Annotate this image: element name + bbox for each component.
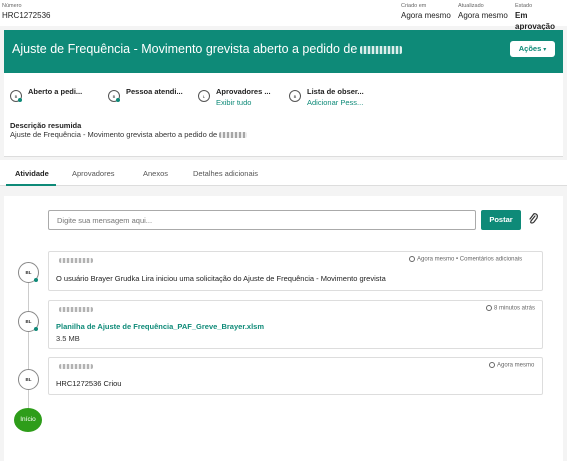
attachment-link[interactable]: Planilha de Ajuste de Frequência_PAF_Gre…: [56, 322, 264, 331]
post-button[interactable]: Postar: [481, 210, 521, 230]
timeline-start-badge: Início: [14, 408, 42, 432]
created-value: Agora mesmo: [401, 11, 451, 20]
entry-time: 8 minutos atrás: [486, 305, 535, 312]
number-meta: Número HRC1272536: [2, 2, 50, 21]
timeline-line: [28, 274, 29, 419]
avatar-initials: BL: [25, 319, 32, 324]
page-title-text: Ajuste de Frequência - Movimento grevist…: [12, 42, 358, 56]
entry-time-text: Agora mesmo: [417, 256, 455, 263]
created-meta: Criado em Agora mesmo: [401, 2, 451, 21]
summary-label: Descrição resumida: [10, 121, 82, 130]
page-title: Ajuste de Frequência - Movimento grevist…: [12, 42, 432, 56]
entry-text: O usuário Brayer Grudka Lira iniciou uma…: [56, 274, 386, 283]
record-meta-bar: Número HRC1272536 Criado em Agora mesmo …: [0, 0, 567, 31]
tab-additional-details[interactable]: Detalhes adicionais: [193, 169, 258, 178]
clock-icon: [486, 305, 492, 311]
state-label: Estado: [515, 3, 533, 9]
state-value: Em aprovação: [515, 11, 556, 31]
entry-text: HRC1272536 Criou: [56, 379, 122, 388]
tab-attachments[interactable]: Anexos: [143, 169, 168, 178]
redacted-user: [59, 307, 93, 312]
avatar: BL: [18, 311, 39, 332]
tab-activity[interactable]: Atividade: [15, 169, 49, 178]
field-title: Aberto a pedi...: [28, 87, 83, 96]
actions-label: Ações: [518, 44, 542, 53]
show-all-link[interactable]: Exibir tudo: [216, 98, 251, 107]
entry-time: Agora mesmo • Comentários adicionais: [409, 256, 522, 263]
clock-icon: [409, 256, 415, 262]
updated-value: Agora mesmo: [458, 11, 508, 20]
redacted-user: [59, 364, 93, 369]
state-meta: Estado Em aprovação: [515, 2, 567, 32]
user-avatar-icon: B: [10, 90, 22, 102]
activity-entry: Agora mesmo • Comentários adicionais O u…: [48, 251, 543, 291]
user-avatar-icon: B: [108, 90, 120, 102]
attachment-size: 3.5 MB: [56, 334, 80, 343]
activity-entry: 8 minutos atrás Planilha de Ajuste de Fr…: [48, 300, 543, 349]
caret-down-icon: ▾: [543, 47, 547, 53]
redacted-name: [219, 132, 248, 139]
number-value: HRC1272536: [2, 11, 51, 20]
updated-label: Atualizado: [458, 3, 484, 9]
redacted-name: [360, 45, 403, 54]
number-label: Número: [2, 3, 22, 9]
avatar: BL: [18, 369, 39, 390]
avatar-initials: BL: [25, 377, 32, 382]
avatar-initials: BL: [25, 270, 32, 275]
request-info-card: B Aberto a pedi... B Pessoa atendi... L …: [4, 73, 563, 157]
entry-time-text: 8 minutos atrás: [494, 305, 536, 312]
tab-approvers[interactable]: Aprovadores: [72, 169, 115, 178]
active-tab-indicator: [6, 184, 56, 186]
avatar: BL: [18, 262, 39, 283]
add-person-link[interactable]: Adicionar Pess...: [307, 98, 363, 107]
activity-entry: Agora mesmo HRC1272536 Criou: [48, 357, 543, 395]
paperclip-icon[interactable]: [527, 212, 539, 226]
user-avatar-icon: B: [289, 90, 301, 102]
activity-panel: Postar BL Agora mesmo • Comentários adic…: [4, 196, 563, 461]
field-title: Aprovadores ...: [216, 87, 271, 96]
updated-meta: Atualizado Agora mesmo: [458, 2, 508, 21]
request-header: Ajuste de Frequência - Movimento grevist…: [4, 30, 563, 73]
created-label: Criado em: [401, 3, 427, 9]
message-input[interactable]: [48, 210, 476, 230]
entry-time-text: Agora mesmo: [497, 362, 535, 369]
summary-value: Ajuste de Frequência - Movimento grevist…: [10, 130, 248, 139]
entry-tag: Comentários adicionais: [459, 256, 523, 263]
entry-time: Agora mesmo: [489, 362, 534, 369]
field-title: Lista de obser...: [307, 87, 364, 96]
actions-button[interactable]: Ações ▾: [510, 41, 555, 57]
field-title: Pessoa atendi...: [126, 87, 183, 96]
redacted-user: [59, 258, 93, 263]
user-avatar-icon: L: [198, 90, 210, 102]
clock-icon: [489, 362, 495, 368]
summary-text: Ajuste de Frequência - Movimento grevist…: [10, 130, 218, 139]
tab-bar: Atividade Aprovadores Anexos Detalhes ad…: [0, 160, 567, 186]
